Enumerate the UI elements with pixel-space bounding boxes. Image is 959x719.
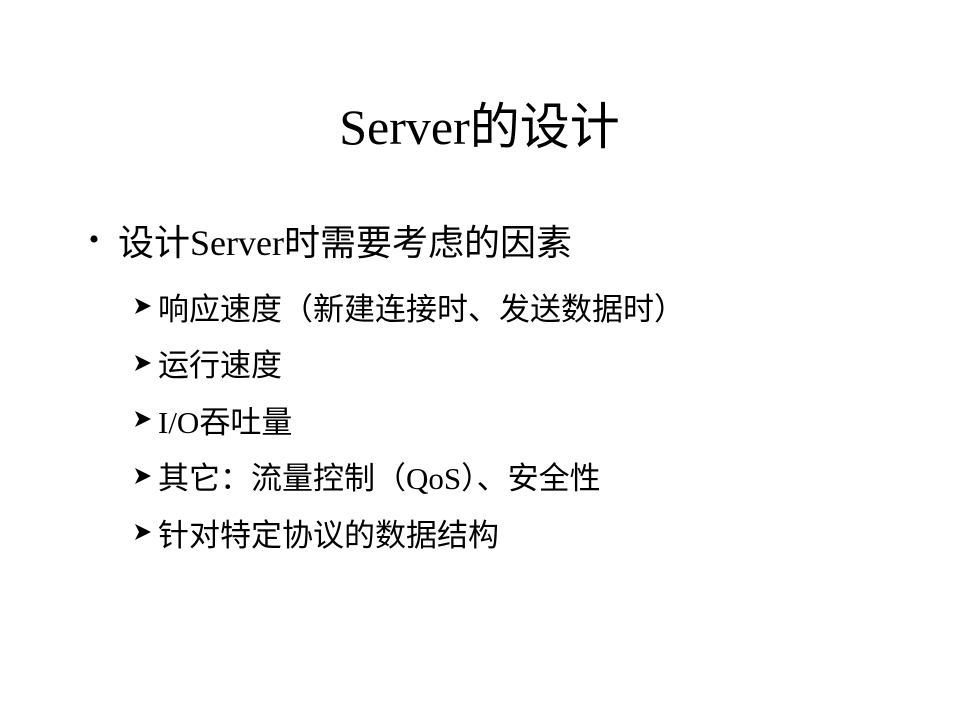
list-item-text: 运行速度 [158, 348, 282, 384]
arrow-bullet-icon [135, 354, 151, 371]
list-item: I/O吞吐量 [132, 391, 685, 448]
list-item-text: 针对特定协议的数据结构 [158, 517, 499, 553]
list-item: 运行速度 [132, 335, 685, 392]
arrow-bullet-icon [135, 524, 151, 541]
main-bullet: • 设计Server时需要考虑的因素 [86, 215, 572, 265]
main-bullet-text: 设计Server时需要考虑的因素 [118, 223, 572, 263]
arrow-bullet-icon [135, 298, 151, 315]
list-item-text: I/O吞吐量 [158, 404, 293, 440]
arrow-bullet-icon [135, 411, 151, 428]
list-item: 其它：流量控制（QoS）、安全性 [132, 448, 685, 505]
slide: Server的设计 • 设计Server时需要考虑的因素 响应速度（新建连接时、… [0, 0, 959, 719]
sub-bullet-list: 响应速度（新建连接时、发送数据时） 运行速度 I/O吞吐量 其它：流量控制（Qo… [132, 278, 685, 561]
bullet-dot-icon: • [88, 223, 100, 256]
list-item-text: 响应速度（新建连接时、发送数据时） [158, 291, 685, 327]
list-item: 针对特定协议的数据结构 [132, 504, 685, 561]
slide-title: Server的设计 [339, 99, 620, 155]
arrow-bullet-icon [135, 467, 151, 484]
list-item: 响应速度（新建连接时、发送数据时） [132, 278, 685, 335]
list-item-text: 其它：流量控制（QoS）、安全性 [158, 461, 601, 497]
